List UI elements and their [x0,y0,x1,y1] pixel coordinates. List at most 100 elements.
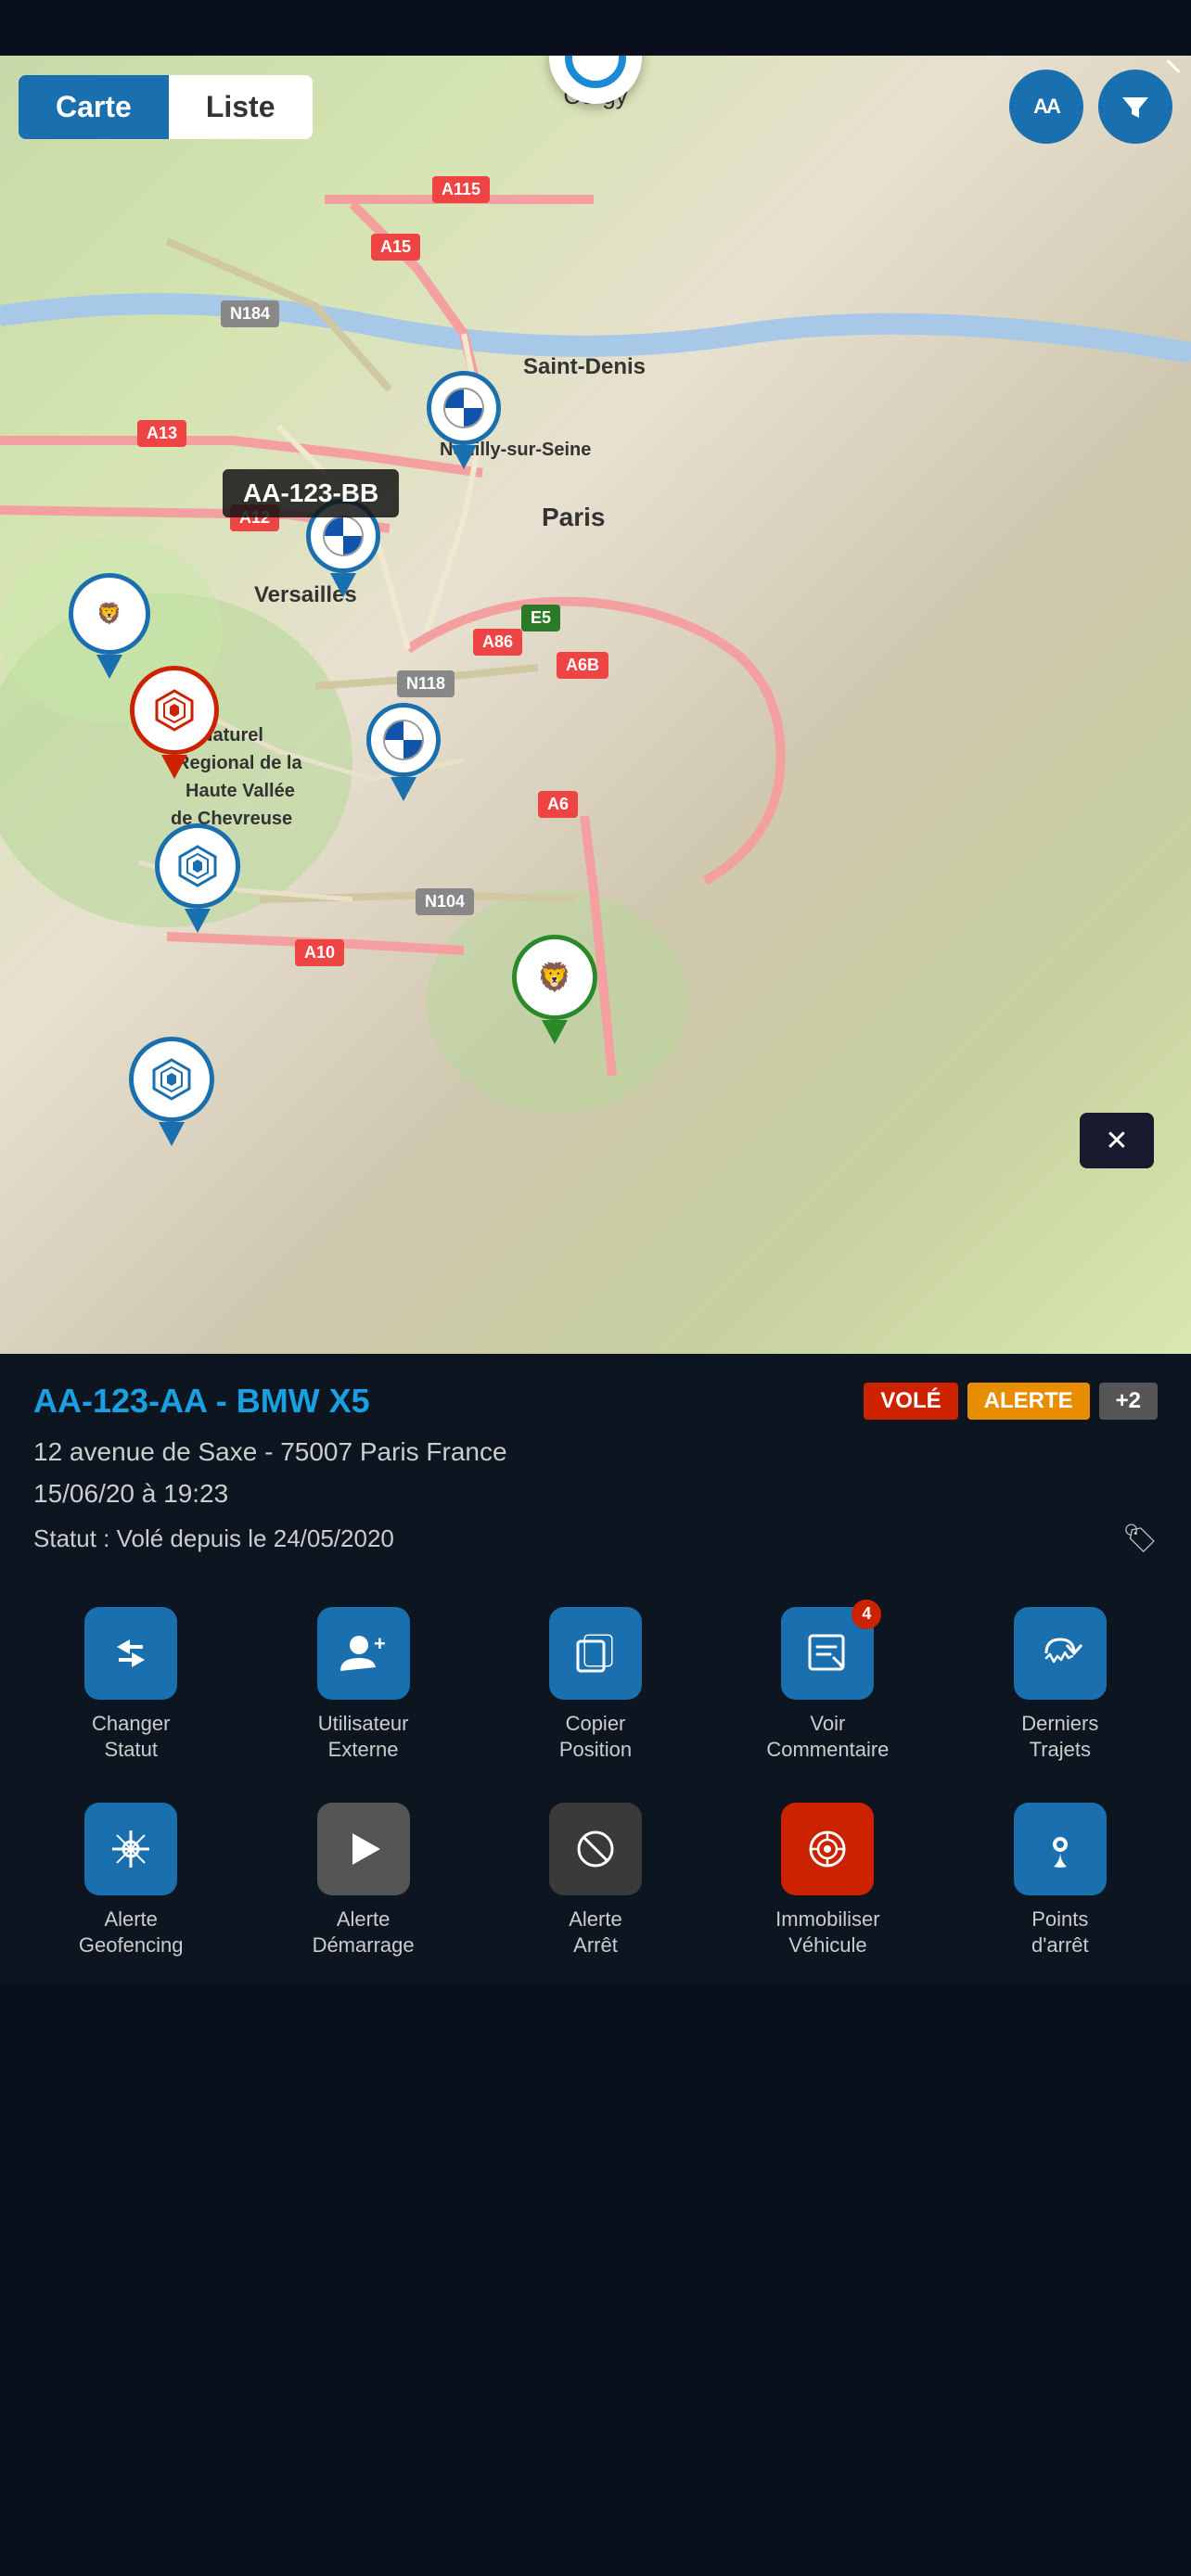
close-button[interactable]: ✕ [1080,1113,1154,1168]
badge-alerte: ALERTE [967,1383,1090,1420]
alerte-arret-icon-wrap [549,1803,642,1895]
vehicle-bottom-panel: AA-123-AA - BMW X5 VOLÉ ALERTE +2 12 ave… [0,1354,1191,1983]
alerte-geofencing-icon [108,1826,154,1872]
vehicle-status: Statut : Volé depuis le 24/05/2020 🏷 [33,1523,1158,1555]
pin-bmw-1[interactable] [427,371,501,469]
road-label-n184: N184 [221,300,279,327]
map-container: A115 A15 N184 A13 A12 A86 N118 A6B E5 A6… [0,56,1191,1354]
road-label-a115: A115 [432,176,490,203]
actions-row-2: AlerteGeofencing AlerteDémarrage AlerteA… [0,1788,1191,1983]
map-header: Carte Liste Cergy AA [0,56,1191,148]
pin-tail-renault-3 [159,1122,185,1146]
utilisateur-externe-label: UtilisateurExterne [318,1711,409,1764]
pin-tail-renault-2 [185,909,211,933]
pin-circle-bmw-3 [366,703,441,777]
alerte-arret-button[interactable]: AlerteArrêt [480,1788,711,1974]
changer-statut-icon-wrap [84,1607,177,1700]
alerte-demarrage-label: AlerteDémarrage [313,1906,415,1959]
font-size-button[interactable]: AA [1009,70,1083,144]
badge-count: +2 [1099,1383,1158,1420]
derniers-trajets-icon-wrap [1014,1607,1107,1700]
pin-circle-bmw-1 [427,371,501,445]
points-arret-icon-wrap [1014,1803,1107,1895]
immobiliser-vehicule-label: ImmobiliserVéhicule [775,1906,879,1959]
pin-circle-renault-3 [129,1037,214,1122]
pin-bmw-3[interactable] [366,703,441,801]
pin-peugeot-2[interactable]: 🦁 [512,935,597,1044]
font-size-icon: AA [1033,95,1059,119]
pin-circle-peugeot-1: 🦁 [69,573,150,655]
badge-group: VOLÉ ALERTE +2 [864,1383,1158,1420]
utilisateur-externe-button[interactable]: + UtilisateurExterne [247,1592,479,1779]
alerte-arret-icon [572,1826,619,1872]
voir-commentaire-label: VoirCommentaire [766,1711,889,1764]
pin-peugeot-1[interactable]: 🦁 [69,573,150,679]
pin-renault-3[interactable] [129,1037,214,1146]
tab-carte[interactable]: Carte [19,75,169,139]
road-label-e5: E5 [521,605,560,631]
header-right-buttons: AA [1009,70,1172,144]
alerte-demarrage-icon [345,1826,382,1872]
callout-label-aa123bb: AA-123-BB [223,469,399,517]
road-label-a13: A13 [137,420,186,447]
place-label-saint-denis: Saint-Denis [523,354,646,380]
pin-tail-renault-1 [161,755,187,779]
road-label-a86: A86 [473,629,522,656]
badge-vole: VOLÉ [864,1383,957,1420]
pin-circle-renault-2 [155,823,240,909]
vehicle-name: AA-123-AA - BMW X5 [33,1382,370,1421]
derniers-trajets-button[interactable]: DerniersTrajets [944,1592,1176,1779]
pin-circle-renault-1 [130,666,219,755]
tag-icon: 🏷 [1122,1523,1158,1555]
pin-tail-peugeot-1 [96,655,122,679]
road-label-a15: A15 [371,234,420,261]
copier-position-button[interactable]: CopierPosition [480,1592,711,1779]
actions-row-1: ChangerStatut + UtilisateurExterne [0,1574,1191,1788]
alerte-geofencing-icon-wrap [84,1803,177,1895]
copier-position-icon [572,1630,619,1677]
voir-commentaire-icon-wrap: 4 [781,1607,874,1700]
points-arret-icon [1037,1826,1083,1872]
vehicle-address: 12 avenue de Saxe - 75007 Paris France 1… [33,1432,1158,1515]
alerte-geofencing-button[interactable]: AlerteGeofencing [15,1788,247,1974]
immobiliser-vehicule-icon-wrap [781,1803,874,1895]
changer-statut-icon [108,1630,154,1677]
tab-group: Carte Liste [19,75,313,139]
road-label-a10: A10 [295,939,344,966]
vehicle-info-section: AA-123-AA - BMW X5 VOLÉ ALERTE +2 12 ave… [0,1354,1191,1574]
alerte-demarrage-icon-wrap [317,1803,410,1895]
place-label-haute: Haute Vallée [186,781,295,802]
changer-statut-button[interactable]: ChangerStatut [15,1592,247,1779]
pin-renault-1[interactable] [130,666,219,779]
copier-position-icon-wrap [549,1607,642,1700]
points-arret-button[interactable]: Pointsd'arrêt [944,1788,1176,1974]
pin-tail-bmw-1 [451,445,477,469]
pin-tail-bmw-2 [330,573,356,597]
filter-icon [1119,90,1152,123]
place-label-paris: Paris [542,503,606,532]
changer-statut-label: ChangerStatut [92,1711,170,1764]
svg-text:+: + [374,1632,386,1655]
road-label-a6b: A6B [557,652,608,679]
copier-position-label: CopierPosition [559,1711,632,1764]
pin-renault-2[interactable] [155,823,240,933]
filter-button[interactable] [1098,70,1172,144]
immobiliser-vehicule-button[interactable]: ImmobiliserVéhicule [711,1788,943,1974]
voir-commentaire-button[interactable]: 4 VoirCommentaire [711,1592,943,1779]
immobiliser-vehicule-icon [804,1826,851,1872]
road-label-n104: N104 [416,888,474,915]
derniers-trajets-label: DerniersTrajets [1021,1711,1098,1764]
vehicle-title-row: AA-123-AA - BMW X5 VOLÉ ALERTE +2 [33,1382,1158,1421]
tab-liste[interactable]: Liste [169,75,313,139]
road-label-n118: N118 [397,670,455,697]
alerte-arret-label: AlerteArrêt [569,1906,621,1959]
points-arret-label: Pointsd'arrêt [1031,1906,1089,1959]
close-icon: ✕ [1105,1125,1128,1157]
pin-tail-bmw-3 [391,777,416,801]
road-label-a6: A6 [538,791,578,818]
derniers-trajets-icon [1037,1630,1083,1677]
alerte-demarrage-button[interactable]: AlerteDémarrage [247,1788,479,1974]
alerte-geofencing-label: AlerteGeofencing [79,1906,184,1959]
pin-tail-peugeot-2 [542,1020,568,1044]
commentaire-badge: 4 [852,1600,881,1629]
